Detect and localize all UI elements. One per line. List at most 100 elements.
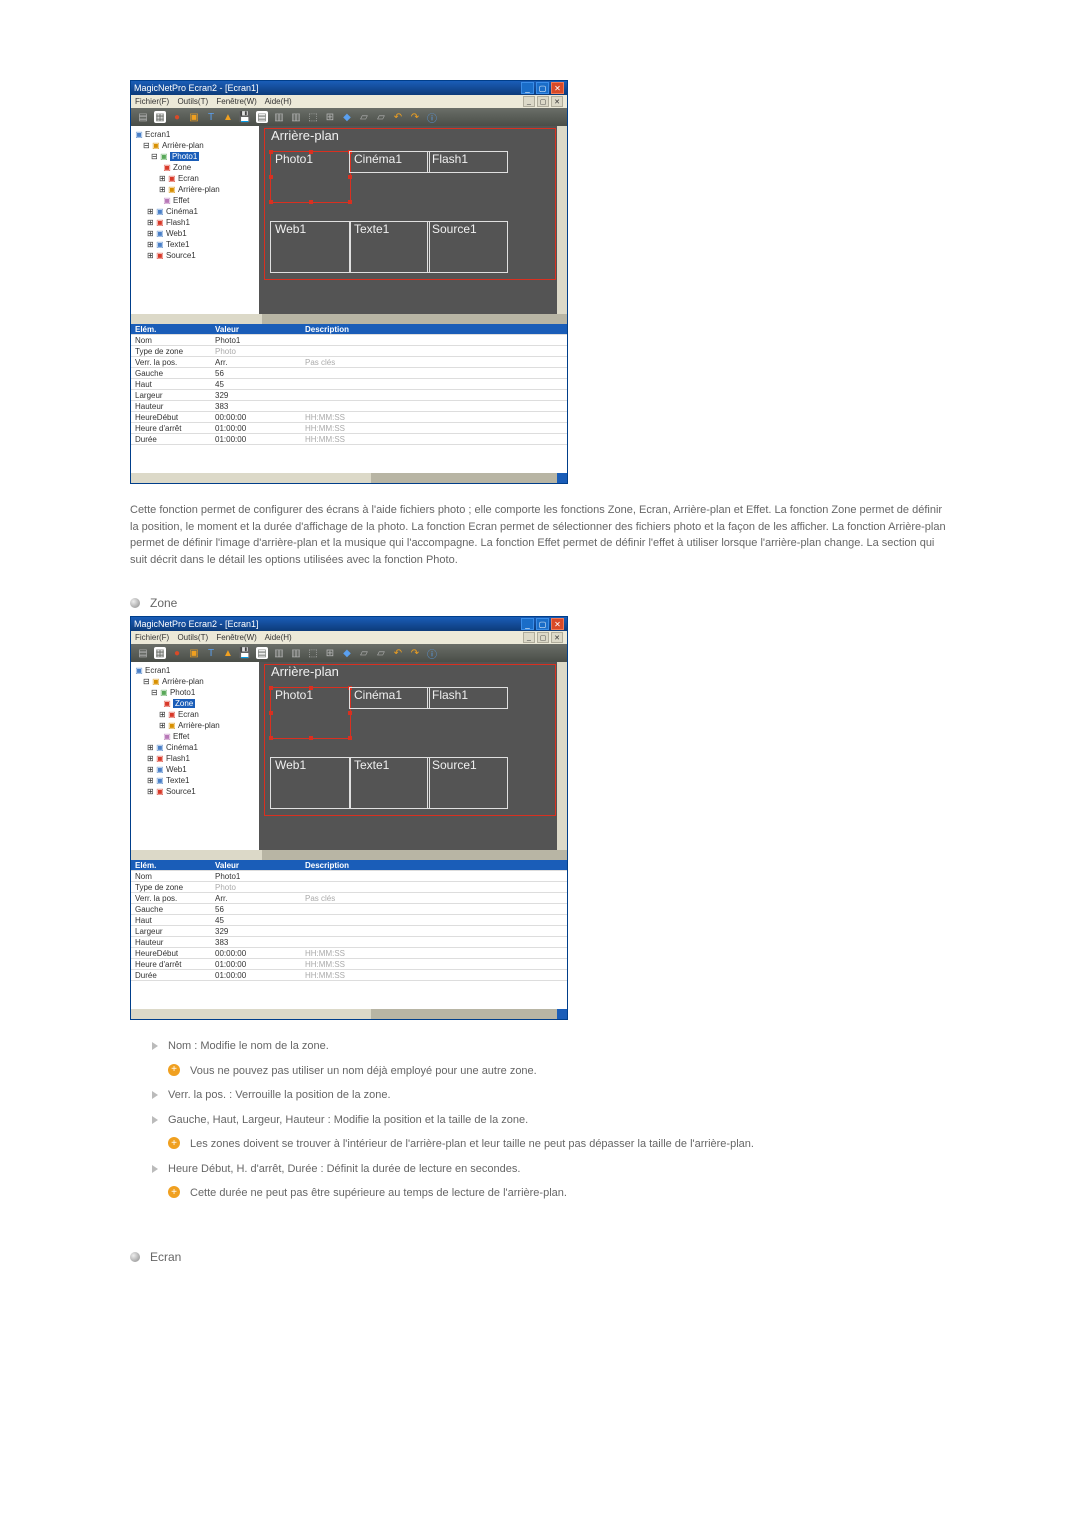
zone-cinema1[interactable]: Cinéma1 (349, 151, 430, 173)
property-row[interactable]: Largeur329 (131, 926, 567, 937)
tool-icon[interactable]: ▦ (154, 647, 166, 659)
property-row[interactable]: Durée01:00:00HH:MM:SS (131, 970, 567, 981)
col-desc[interactable]: Description (301, 324, 567, 335)
tool-icon[interactable]: ▱ (358, 647, 370, 659)
zone-photo1[interactable]: Photo1 (270, 151, 351, 203)
tool-icon[interactable]: ▥ (273, 647, 285, 659)
mdi-restore[interactable]: ▢ (537, 632, 549, 643)
property-row[interactable]: Haut45 (131, 915, 567, 926)
property-row[interactable]: Heure d'arrêt01:00:00HH:MM:SS (131, 423, 567, 434)
tool-icon[interactable]: ▥ (273, 111, 285, 123)
minimize-button[interactable]: _ (521, 82, 534, 94)
close-button[interactable]: ✕ (551, 618, 564, 630)
tool-icon[interactable]: ▤ (137, 111, 149, 123)
menu-file[interactable]: Fichier(F) (135, 633, 169, 642)
property-row[interactable]: Haut45 (131, 379, 567, 390)
maximize-button[interactable]: ▢ (536, 82, 549, 94)
tool-icon[interactable]: ◆ (341, 647, 353, 659)
mdi-minimize[interactable]: _ (523, 96, 535, 107)
mdi-minimize[interactable]: _ (523, 632, 535, 643)
tool-icon[interactable]: ▥ (290, 647, 302, 659)
tool-save-icon[interactable]: 💾 (239, 647, 251, 659)
menu-window[interactable]: Fenêtre(W) (216, 633, 256, 642)
close-button[interactable]: ✕ (551, 82, 564, 94)
tool-icon[interactable]: ▤ (256, 111, 268, 123)
property-row[interactable]: Largeur329 (131, 390, 567, 401)
col-elem[interactable]: Elém. (131, 860, 211, 871)
col-valeur[interactable]: Valeur (211, 860, 301, 871)
zone-texte1[interactable]: Texte1 (349, 757, 430, 809)
tool-icon[interactable]: ▱ (375, 111, 387, 123)
zone-texte1[interactable]: Texte1 (349, 221, 430, 273)
col-elem[interactable]: Elém. (131, 324, 211, 335)
property-row[interactable]: Durée01:00:00HH:MM:SS (131, 434, 567, 445)
canvas-pane[interactable]: Arrière-plan Photo1 Cinéma1 Flash1 Web1 … (259, 126, 557, 314)
tool-help-icon[interactable]: ⓘ (426, 647, 438, 659)
tool-icon[interactable]: ⬚ (307, 647, 319, 659)
tool-icon[interactable]: ◆ (341, 111, 353, 123)
zone-photo1[interactable]: Photo1 (270, 687, 351, 739)
tool-record-icon[interactable]: ● (171, 111, 183, 123)
tool-text-icon[interactable]: T (205, 647, 217, 659)
mdi-close[interactable]: ✕ (551, 632, 563, 643)
menu-file[interactable]: Fichier(F) (135, 97, 169, 106)
zone-source1[interactable]: Source1 (427, 757, 508, 809)
property-row[interactable]: Gauche56 (131, 904, 567, 915)
tree-pane[interactable]: ▣Ecran1 ⊟ ▣Arrière-plan ⊟ ▣Photo1 ▣Zone … (131, 662, 259, 850)
tree-pane[interactable]: ▣Ecran1 ⊟ ▣Arrière-plan ⊟ ▣Photo1 ▣Zone … (131, 126, 259, 314)
zone-web1[interactable]: Web1 (270, 221, 351, 273)
tool-record-icon[interactable]: ● (171, 647, 183, 659)
property-row[interactable]: Hauteur383 (131, 937, 567, 948)
tool-icon[interactable]: ▲ (222, 111, 234, 123)
tool-undo-icon[interactable]: ↶ (392, 647, 404, 659)
property-scrollbar[interactable] (131, 473, 567, 483)
menu-tools[interactable]: Outils(T) (177, 633, 208, 642)
menu-help[interactable]: Aide(H) (265, 97, 292, 106)
zone-flash1[interactable]: Flash1 (427, 151, 508, 173)
property-scrollbar[interactable] (131, 1009, 567, 1019)
menu-help[interactable]: Aide(H) (265, 633, 292, 642)
maximize-button[interactable]: ▢ (536, 618, 549, 630)
property-row[interactable]: Type de zonePhoto (131, 882, 567, 893)
zone-source1[interactable]: Source1 (427, 221, 508, 273)
mdi-close[interactable]: ✕ (551, 96, 563, 107)
mdi-restore[interactable]: ▢ (537, 96, 549, 107)
horizontal-scrollbar[interactable] (131, 850, 567, 860)
property-row[interactable]: Heure d'arrêt01:00:00HH:MM:SS (131, 959, 567, 970)
tool-help-icon[interactable]: ⓘ (426, 111, 438, 123)
tool-text-icon[interactable]: T (205, 111, 217, 123)
tool-icon[interactable]: ⊞ (324, 647, 336, 659)
col-valeur[interactable]: Valeur (211, 324, 301, 335)
horizontal-scrollbar[interactable] (131, 314, 567, 324)
tool-icon[interactable]: ▣ (188, 647, 200, 659)
vertical-scrollbar[interactable] (557, 662, 567, 850)
property-row[interactable]: Hauteur383 (131, 401, 567, 412)
canvas-pane[interactable]: Arrière-plan Photo1 Cinéma1 Flash1 Web1 … (259, 662, 557, 850)
property-row[interactable]: HeureDébut00:00:00HH:MM:SS (131, 948, 567, 959)
zone-web1[interactable]: Web1 (270, 757, 351, 809)
property-row[interactable]: NomPhoto1 (131, 871, 567, 882)
minimize-button[interactable]: _ (521, 618, 534, 630)
tool-icon[interactable]: ⊞ (324, 111, 336, 123)
tool-icon[interactable]: ▣ (188, 111, 200, 123)
menu-window[interactable]: Fenêtre(W) (216, 97, 256, 106)
property-row[interactable]: NomPhoto1 (131, 335, 567, 346)
tool-save-icon[interactable]: 💾 (239, 111, 251, 123)
tool-icon[interactable]: ▤ (137, 647, 149, 659)
tool-icon[interactable]: ▲ (222, 647, 234, 659)
tool-icon[interactable]: ▦ (154, 111, 166, 123)
tool-icon[interactable]: ▤ (256, 647, 268, 659)
tool-icon[interactable]: ▥ (290, 111, 302, 123)
zone-flash1[interactable]: Flash1 (427, 687, 508, 709)
col-desc[interactable]: Description (301, 860, 567, 871)
tool-icon[interactable]: ▱ (358, 111, 370, 123)
tool-icon[interactable]: ▱ (375, 647, 387, 659)
zone-cinema1[interactable]: Cinéma1 (349, 687, 430, 709)
property-row[interactable]: Type de zonePhoto (131, 346, 567, 357)
vertical-scrollbar[interactable] (557, 126, 567, 314)
tool-undo-icon[interactable]: ↶ (392, 111, 404, 123)
property-row[interactable]: Verr. la pos.Arr.Pas clés (131, 893, 567, 904)
tool-icon[interactable]: ⬚ (307, 111, 319, 123)
property-row[interactable]: Gauche56 (131, 368, 567, 379)
menu-tools[interactable]: Outils(T) (177, 97, 208, 106)
